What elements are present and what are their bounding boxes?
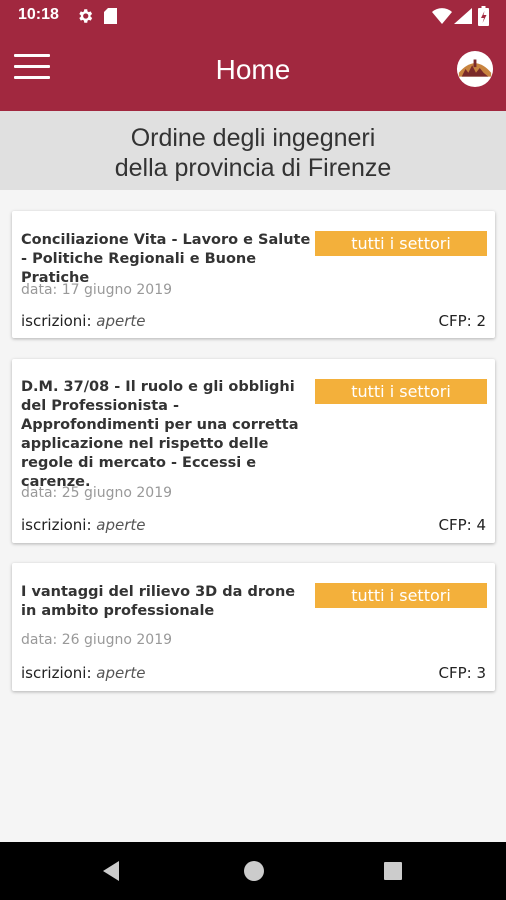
event-title: D.M. 37/08 - Il ruolo e gli obblighi del… — [21, 379, 299, 490]
navigation-bar — [0, 842, 506, 900]
status-time: 10:18 — [18, 6, 59, 23]
recent-apps-icon[interactable] — [383, 861, 403, 881]
wifi-icon — [432, 8, 452, 24]
event-date: data: 26 giugno 2019 — [21, 632, 173, 648]
org-header: Ordine degli ingegneri della provincia d… — [0, 111, 506, 190]
sector-badge: tutti i settori — [315, 583, 487, 608]
registration-status: iscrizioni: aperte — [21, 312, 146, 330]
registration-value: aperte — [96, 516, 146, 534]
event-title: Conciliazione Vita - Lavoro e Salute - P… — [21, 232, 311, 286]
registration-label: iscrizioni: — [21, 664, 92, 682]
cfp-credits: CFP: 2 — [438, 312, 486, 330]
cfp-credits: CFP: 4 — [438, 516, 486, 534]
registration-value: aperte — [96, 664, 146, 682]
sector-badge: tutti i settori — [315, 379, 487, 404]
registration-label: iscrizioni: — [21, 516, 92, 534]
registration-status: iscrizioni: aperte — [21, 516, 146, 534]
app-bar: Home — [0, 32, 506, 111]
event-title: I vantaggi del rilievo 3D da drone in am… — [21, 584, 296, 619]
status-bar: 10:18 — [0, 0, 506, 32]
signal-icon — [454, 8, 472, 24]
back-icon[interactable] — [101, 859, 121, 883]
event-date: data: 25 giugno 2019 — [21, 485, 173, 501]
battery-icon — [478, 6, 489, 26]
org-name-line1: Ordine degli ingegneri — [130, 124, 376, 152]
gear-icon — [79, 9, 93, 23]
sector-badge: tutti i settori — [315, 231, 487, 256]
event-date: data: 17 giugno 2019 — [21, 282, 173, 298]
page-title: Home — [215, 54, 291, 85]
event-card[interactable]: D.M. 37/08 - Il ruolo e gli obblighi del… — [12, 359, 495, 543]
registration-status: iscrizioni: aperte — [21, 664, 146, 682]
logo-icon[interactable] — [456, 50, 494, 88]
event-card[interactable]: I vantaggi del rilievo 3D da drone in am… — [12, 563, 495, 691]
registration-value: aperte — [96, 312, 146, 330]
sd-card-icon — [104, 8, 117, 24]
cfp-credits: CFP: 3 — [438, 664, 486, 682]
home-icon[interactable] — [243, 860, 265, 882]
org-name-line2: della provincia di Firenze — [114, 154, 392, 182]
registration-label: iscrizioni: — [21, 312, 92, 330]
event-card[interactable]: Conciliazione Vita - Lavoro e Salute - P… — [12, 211, 495, 338]
